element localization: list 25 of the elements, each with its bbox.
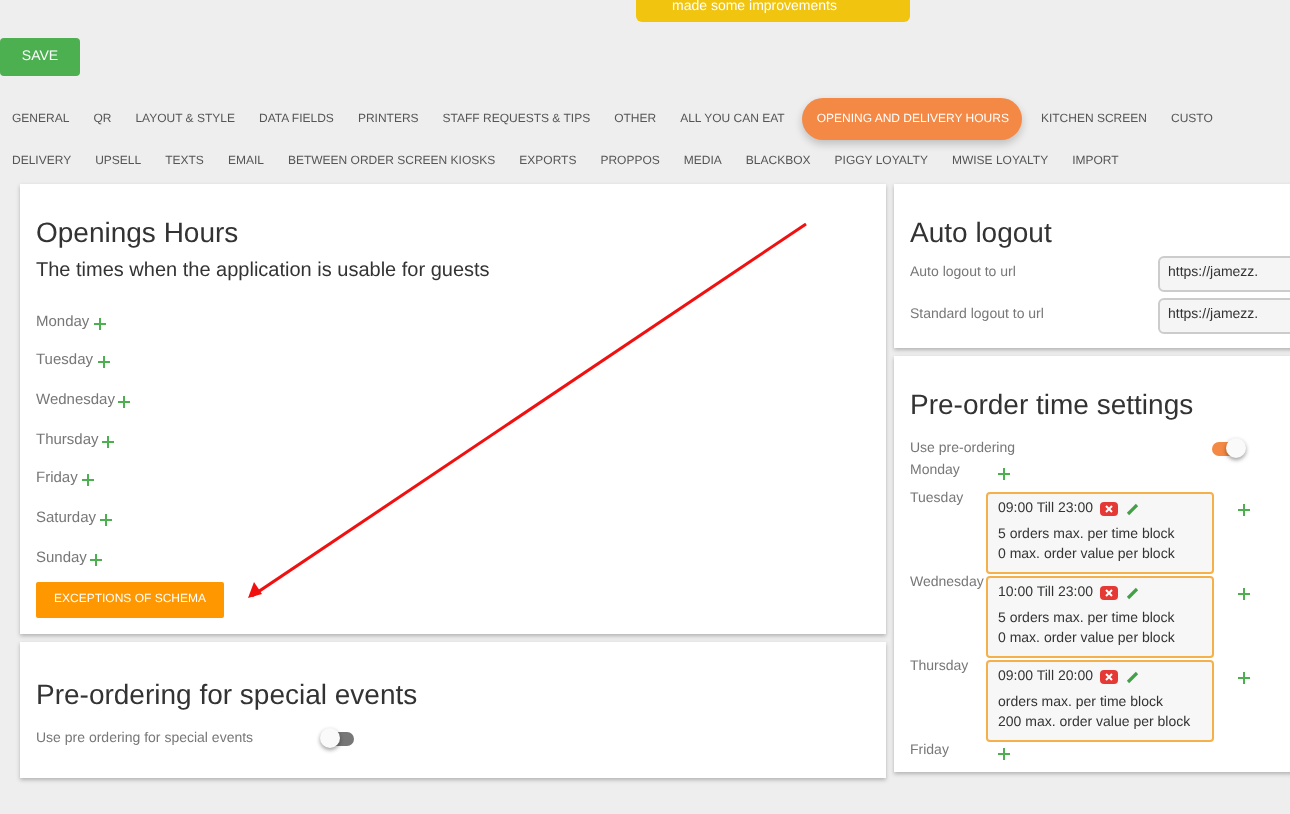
toggle-switch[interactable] — [321, 732, 354, 747]
delete-icon[interactable] — [1100, 501, 1119, 516]
add-icon[interactable] — [97, 356, 109, 369]
edit-icon[interactable] — [1126, 669, 1141, 684]
add-icon[interactable] — [100, 514, 113, 527]
add-icon[interactable] — [102, 435, 115, 448]
delete-icon[interactable] — [1100, 669, 1119, 684]
add-icon[interactable] — [998, 468, 1010, 480]
section-title: Pre-order time settings — [910, 388, 1196, 420]
add-icon[interactable] — [81, 474, 94, 487]
delete-icon[interactable] — [1100, 585, 1119, 600]
add-icon[interactable] — [1238, 504, 1250, 516]
edit-icon[interactable] — [1126, 585, 1141, 600]
edit-icon[interactable] — [1126, 501, 1141, 516]
section-title: Openings Hours — [36, 216, 241, 248]
add-icon[interactable] — [998, 748, 1010, 760]
section-title: Auto logout — [910, 216, 1054, 248]
toggle-switch[interactable] — [1211, 441, 1244, 455]
add-icon[interactable] — [118, 396, 131, 409]
section-title: Pre-ordering for special events — [36, 677, 420, 710]
add-icon[interactable] — [90, 553, 103, 566]
add-icon[interactable] — [93, 317, 106, 330]
add-icon[interactable] — [1238, 588, 1250, 600]
add-icon[interactable] — [1238, 672, 1250, 684]
subtitle: The times when the application is usable for guests — [36, 260, 492, 282]
